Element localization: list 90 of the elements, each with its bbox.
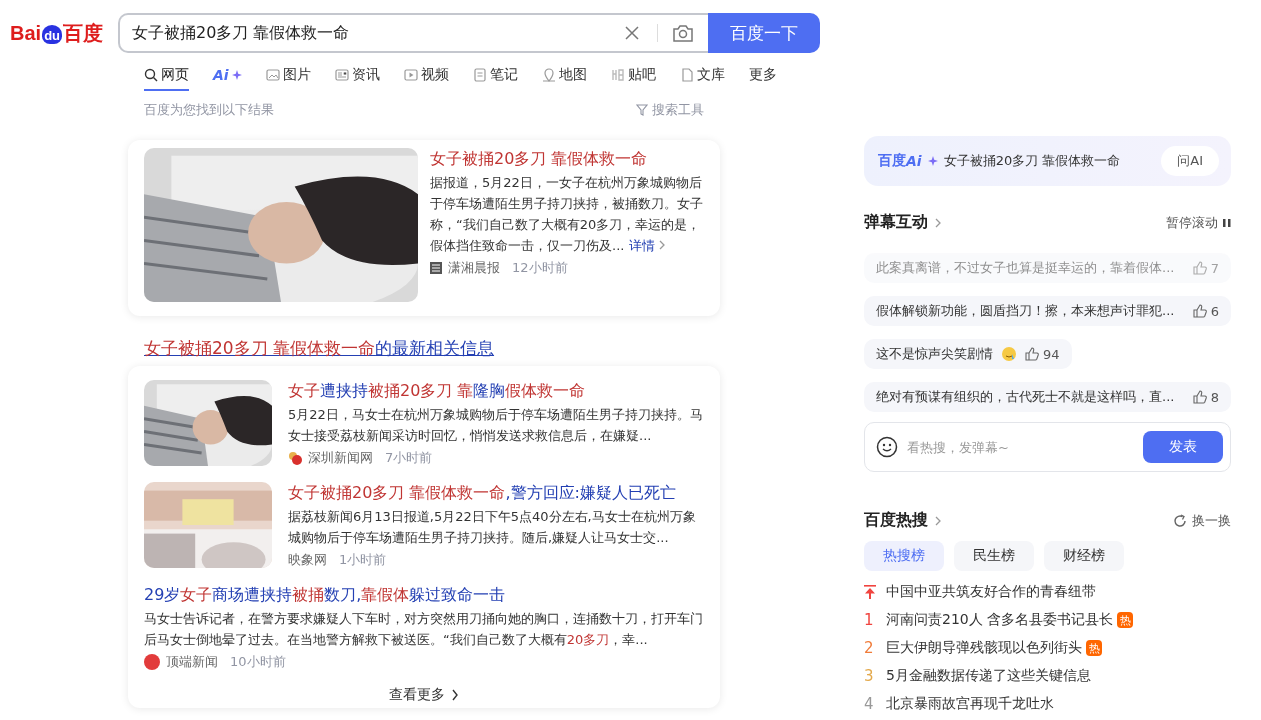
news-title-link[interactable]: 女子被捅20多刀 靠假体救一命,警方回应:嫌疑人已死亡 <box>288 482 704 504</box>
image-icon <box>265 68 280 82</box>
hot-search-link[interactable]: 北京暴雨故宫再现千龙吐水 <box>886 695 1054 713</box>
clear-icon[interactable] <box>625 26 639 40</box>
hot-badge: 热 <box>1086 640 1102 656</box>
search-field[interactable]: 女子被捅20多刀 靠假体救一命 <box>118 13 708 53</box>
search-button[interactable]: 百度一下 <box>708 13 820 53</box>
emoji-icon <box>1001 346 1017 362</box>
source-logo-icon <box>144 654 160 670</box>
nav-tab[interactable]: 笔记 <box>472 61 518 91</box>
source-name: 映象网 <box>288 551 327 569</box>
send-button[interactable]: 发表 <box>1143 431 1223 463</box>
see-more-button[interactable]: 查看更多 <box>144 682 704 708</box>
source-logo-icon <box>430 262 442 274</box>
hot-search-link[interactable]: 中国中亚共筑友好合作的青春纽带 <box>886 583 1096 601</box>
rank-number: 4 <box>864 695 875 713</box>
hot-badge: 热 <box>1117 612 1134 628</box>
chevron-right-icon <box>934 515 942 526</box>
nav-tab[interactable]: Ai <box>213 61 242 91</box>
baidu-logo[interactable]: Bai du 百度 <box>0 19 118 47</box>
ai-query-text: 女子被捅20多刀 靠假体救一命 <box>943 152 1122 170</box>
comment-text: 此案真离谱，不过女子也算是挺幸运的，靠着假体... <box>876 259 1176 277</box>
source-logo-icon <box>288 451 302 465</box>
ranking-tab[interactable]: 财经榜 <box>1044 541 1124 571</box>
hot-search-link[interactable]: 5月金融数据传递了这些关键信息 <box>886 667 1091 685</box>
news-title-link[interactable]: 女子遭挟持被捅20多刀 靠隆胸假体救一命 <box>288 380 704 402</box>
thumbs-up-icon <box>1025 347 1039 361</box>
chevron-right-icon <box>451 689 459 701</box>
news-snippet: 5月22日，马女士在杭州万象城购物后于停车场遭陌生男子持刀挟持。马女士接受荔枝新闻采访时回忆，悄悄发送求救信息后，在嫌疑... <box>288 406 704 445</box>
sparkle-icon <box>231 70 242 80</box>
pause-icon <box>1223 217 1231 228</box>
camera-icon[interactable] <box>672 24 694 42</box>
ranking-tab[interactable]: 民生榜 <box>954 541 1034 571</box>
nav-tab[interactable]: 网页 <box>144 61 189 91</box>
nav-tab[interactable]: 更多 <box>748 61 777 91</box>
nav-tab[interactable]: 贴吧 <box>610 61 656 91</box>
publish-time: 1小时前 <box>339 551 387 569</box>
nav-tab[interactable]: 视频 <box>403 61 449 91</box>
like-button[interactable]: 6 <box>1192 303 1219 319</box>
news-snippet: 据荔枝新闻6月13日报道,5月22日下午5点40分左右,马女士在杭州万象城购物后于停车场遭陌生男子持刀挟持。随后,嫌疑人让马女士交... <box>288 508 697 547</box>
ai-brand-logo: 百度Ai <box>878 152 922 170</box>
refresh-icon <box>1173 513 1187 528</box>
sparkle-icon <box>927 156 938 166</box>
rank-number: 3 <box>864 667 875 685</box>
news-title-link[interactable]: 29岁女子商场遭挟持被捅数刀,靠假体躲过致命一击 <box>144 584 704 606</box>
chevron-right-icon <box>657 240 666 250</box>
source-name: 潇湘晨报 <box>448 259 500 277</box>
chevron-right-icon <box>934 217 942 228</box>
details-link[interactable]: 详情 <box>628 238 666 253</box>
nav-tab[interactable]: 地图 <box>541 61 587 91</box>
ai-ask-card[interactable]: 百度Ai 女子被捅20多刀 靠假体救一命 问AI <box>864 136 1231 186</box>
rank-number: 1 <box>864 611 875 629</box>
like-button[interactable]: 94 <box>1025 346 1060 362</box>
news-icon <box>334 68 349 82</box>
filter-icon <box>636 104 648 116</box>
nav-tab[interactable]: 图片 <box>265 61 311 91</box>
rank-number: 2 <box>864 639 875 657</box>
refresh-button[interactable]: 换一换 <box>1173 511 1231 530</box>
document-icon <box>679 68 694 82</box>
ranking-tab[interactable]: 热搜榜 <box>864 541 944 571</box>
map-pin-icon <box>541 68 556 82</box>
comment-text: 这不是惊声尖笑剧情 <box>876 345 993 363</box>
smiley-icon[interactable] <box>876 436 898 458</box>
source-name: 深圳新闻网 <box>308 449 373 467</box>
search-icon <box>144 68 158 82</box>
publish-time: 10小时前 <box>230 653 286 671</box>
publish-time: 12小时前 <box>512 259 568 277</box>
source-name: 顶端新闻 <box>166 653 218 671</box>
result-snippet: 据报道，5月22日，一女子在杭州万象城购物后于停车场遭陌生男子持刀挟持，被捅数刀。女子称，“我们自己数了大概有20多刀，幸运的是，假体挡住致命一击，仅一刀伤及... 详情 <box>430 174 704 255</box>
thumbs-up-icon <box>1192 390 1207 404</box>
comment-text: 假体解锁新功能，圆盾挡刀！擦，本来想声讨罪犯... <box>876 302 1176 320</box>
pause-scroll-button[interactable]: 暂停滚动 <box>1166 213 1231 232</box>
hot-search-link[interactable]: 巨大伊朗导弹残骸现以色列街头 <box>886 639 1082 657</box>
nav-tab[interactable]: 文库 <box>679 61 725 91</box>
thumbs-up-icon <box>1192 261 1207 275</box>
result-count-text: 百度为您找到以下结果 <box>144 101 274 119</box>
ask-ai-button[interactable]: 问AI <box>1161 146 1219 176</box>
comment-text: 绝对有预谋有组织的，古代死士不就是这样吗，直... <box>876 388 1176 406</box>
note-icon <box>472 68 487 82</box>
result-title-link[interactable]: 女子被捅20多刀 靠假体救一命 <box>430 148 704 170</box>
nav-tab[interactable]: 资讯 <box>334 61 380 91</box>
hot-search-link[interactable]: 河南问责210人 含多名县委书记县长 <box>886 611 1114 629</box>
thumbs-up-icon <box>1192 304 1207 318</box>
section-title-link[interactable]: 百度热搜 <box>864 510 942 531</box>
forum-icon <box>610 68 625 82</box>
news-snippet: 马女士告诉记者，在警方要求嫌疑人下车时，对方突然用刀捅向她的胸口，连捅数十刀，打开车门后马女士倒地晕了过去。在当地警方解救下被送医。“我们自己数了大概有20多刀，幸... <box>144 610 704 649</box>
section-title-link[interactable]: 弹幕互动 <box>864 212 942 233</box>
like-button[interactable]: 8 <box>1192 389 1219 405</box>
video-icon <box>403 68 418 82</box>
publish-time: 7小时前 <box>385 449 433 467</box>
